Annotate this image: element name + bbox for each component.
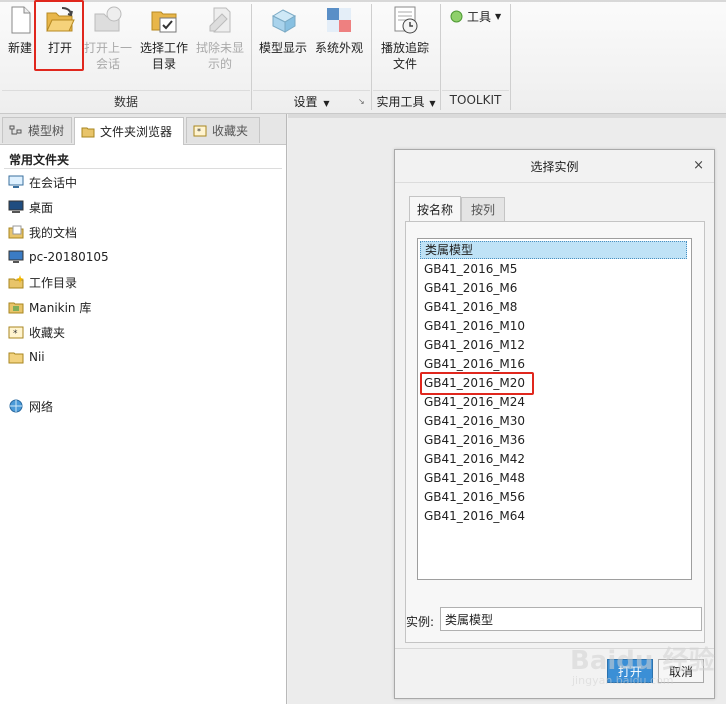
folder-browser-icon (81, 126, 95, 138)
list-item[interactable]: GB41_2016_M56 (420, 488, 687, 506)
group-toolkit-label: TOOLKIT (449, 93, 502, 107)
list-item[interactable]: GB41_2016_M5 (420, 260, 687, 278)
list-item[interactable]: 类属模型 (420, 241, 687, 259)
ribbon: 新建 打开 打开上一 会话 选择工作 目录 拭除未显 示的 模型显示 系统外观 … (0, 0, 726, 114)
model-tree-icon (9, 125, 23, 137)
list-item[interactable]: GB41_2016_M16 (420, 355, 687, 373)
cancel-button[interactable]: 取消 (658, 659, 704, 683)
folder-item-desktop[interactable]: 桌面 (8, 197, 53, 217)
folder-icon (8, 350, 24, 364)
list-item[interactable]: GB41_2016_M24 (420, 393, 687, 411)
list-item[interactable]: GB41_2016_M30 (420, 412, 687, 430)
close-icon[interactable]: × (693, 158, 704, 173)
select-instance-dialog: 选择实例 × 按名称 按列 类属模型 GB41_2016_M5 GB41_201… (394, 149, 715, 699)
group-settings-label: 设置 (293, 95, 318, 109)
folder-item-computer[interactable]: pc-20180105 (8, 247, 109, 267)
list-item[interactable]: GB41_2016_M64 (420, 507, 687, 525)
group-utilities[interactable]: 实用工具 ▼ (373, 93, 439, 110)
list-item[interactable]: GB41_2016_M10 (420, 317, 687, 335)
folder-item-working-directory[interactable]: 工作目录 (8, 272, 77, 292)
system-appearance-icon (327, 8, 351, 32)
my-documents-icon (8, 225, 24, 239)
common-folders-title: 常用文件夹 (9, 153, 70, 167)
favorites-icon: * (8, 325, 24, 339)
folder-item-network[interactable]: 网络 (8, 396, 53, 416)
working-directory-icon (8, 275, 24, 289)
instance-label: 实例: (406, 615, 435, 629)
system-appearance-button[interactable]: 系统外观 (312, 4, 366, 56)
list-item[interactable]: GB41_2016_M8 (420, 298, 687, 316)
model-display-button[interactable]: 模型显示 (256, 4, 310, 56)
erase-not-displayed-button[interactable]: 拭除未显 示的 (194, 4, 246, 72)
network-icon (8, 399, 24, 413)
tab-folder-browser[interactable]: 文件夹浏览器 (74, 117, 184, 145)
list-item[interactable]: GB41_2016_M42 (420, 450, 687, 468)
dialog-title: 选择实例 (530, 159, 579, 174)
svg-text:*: * (197, 127, 201, 136)
folder-item-favorites[interactable]: * 收藏夹 (8, 322, 65, 342)
in-session-icon (8, 175, 24, 189)
open-button-highlight (34, 0, 84, 71)
instance-input[interactable]: 类属模型 (440, 607, 702, 631)
dialog-launcher-icon[interactable]: ↘ (358, 97, 365, 106)
folder-item-my-documents[interactable]: 我的文档 (8, 222, 77, 242)
folder-item-manikin-library[interactable]: Manikin 库 (8, 297, 91, 317)
tools-globe-icon (450, 10, 463, 23)
library-icon (8, 300, 24, 314)
select-working-directory-button[interactable]: 选择工作 目录 (138, 4, 190, 72)
favorites-icon: * (193, 125, 207, 137)
list-item[interactable]: GB41_2016_M12 (420, 336, 687, 354)
m20-highlight (420, 372, 534, 395)
group-utilities-label: 实用工具 (376, 95, 425, 109)
folder-item-nii[interactable]: Nii (8, 347, 45, 367)
open-last-session-button[interactable]: 打开上一 会话 (82, 4, 134, 72)
select-working-directory-icon (151, 11, 177, 33)
erase-not-displayed-icon (209, 7, 231, 33)
folder-item-in-session[interactable]: 在会话中 (8, 172, 77, 192)
list-item[interactable]: GB41_2016_M48 (420, 469, 687, 487)
navigator-panel: 模型树 文件夹浏览器 * 收藏夹 常用文件夹 在会话中 桌面 我的文档 pc-2… (0, 114, 287, 704)
group-data-label: 数据 (113, 95, 138, 109)
computer-icon (8, 250, 24, 264)
tab-model-tree[interactable]: 模型树 (2, 117, 72, 143)
chevron-down-icon: ▼ (429, 99, 436, 108)
tab-favorites[interactable]: * 收藏夹 (186, 117, 260, 143)
chevron-down-icon: ▼ (495, 12, 502, 21)
navigator-tabs: 模型树 文件夹浏览器 * 收藏夹 (0, 114, 286, 145)
list-item[interactable]: GB41_2016_M36 (420, 431, 687, 449)
chevron-down-icon: ▼ (323, 99, 330, 108)
group-settings[interactable]: 设置 ▼ (253, 93, 370, 110)
new-button[interactable]: 新建 (4, 4, 36, 56)
dialog-title-bar: 选择实例 (395, 150, 714, 183)
desktop-icon (8, 200, 24, 214)
list-item[interactable]: GB41_2016_M6 (420, 279, 687, 297)
new-file-icon (11, 6, 31, 34)
play-trail-file-button[interactable]: 播放追踪 文件 (376, 4, 434, 72)
by-name-panel: 类属模型 GB41_2016_M5 GB41_2016_M6 GB41_2016… (405, 221, 705, 643)
play-trail-file-icon (394, 6, 418, 34)
svg-text:*: * (13, 329, 18, 339)
model-display-icon (271, 9, 297, 33)
tools-dropdown-label: 工具 (467, 10, 492, 24)
tab-by-column[interactable]: 按列 (461, 197, 505, 221)
open-last-session-icon (94, 6, 122, 32)
tools-dropdown[interactable]: 工具 ▼ (450, 8, 501, 25)
tab-by-name[interactable]: 按名称 (409, 196, 461, 222)
instance-list[interactable]: 类属模型 GB41_2016_M5 GB41_2016_M6 GB41_2016… (417, 238, 692, 580)
open-button[interactable]: 打开 (607, 659, 653, 683)
